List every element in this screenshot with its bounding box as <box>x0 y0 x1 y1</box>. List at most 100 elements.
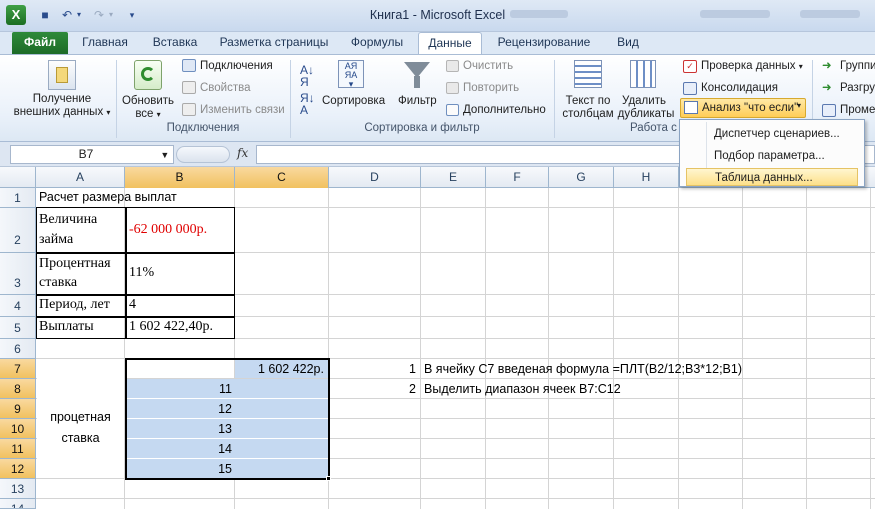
ungroup-button[interactable]: Разгру <box>840 81 875 95</box>
cell-d8[interactable]: 2 <box>330 382 416 396</box>
cell-b5[interactable]: 1 602 422,40р. <box>129 319 213 335</box>
name-box[interactable]: B7 ▼ <box>10 145 174 164</box>
cell-b12[interactable]: 15 <box>128 462 232 476</box>
sort-az-icon[interactable]: A↓ Я <box>300 64 314 88</box>
menu-item-scenario-manager[interactable]: Диспетчер сценариев... <box>686 125 858 143</box>
tab-formulas[interactable]: Формулы <box>344 32 410 54</box>
refresh-all-label-2[interactable]: все ▾ <box>124 107 172 122</box>
filter-button[interactable]: Фильтр <box>398 94 437 108</box>
consolidate-icon <box>683 82 697 95</box>
what-if-label: Анализ "что если" <box>702 102 799 114</box>
cell-a3-line1[interactable]: Процентная <box>39 256 111 272</box>
row-header-9[interactable]: 9 <box>0 399 36 419</box>
row-header-2[interactable]: 2 <box>0 208 36 253</box>
name-box-value: B7 <box>78 147 94 161</box>
cell-a5[interactable]: Выплаты <box>39 319 94 335</box>
data-validation-text: Проверка данных <box>701 60 796 72</box>
tab-file[interactable]: Файл <box>12 32 68 54</box>
refresh-all-icon <box>134 60 162 90</box>
group-label-connections: Подключения <box>166 122 240 134</box>
cell-e7[interactable]: В ячейку С7 введеная формула =ПЛТ(B2/12;… <box>424 362 742 376</box>
cell-b11[interactable]: 14 <box>128 442 232 456</box>
cell-b4[interactable]: 4 <box>129 297 136 313</box>
cell-a4[interactable]: Период, лет <box>39 297 110 313</box>
cell-a1[interactable]: Расчет размера выплат <box>39 190 177 204</box>
cell-b9[interactable]: 12 <box>128 402 232 416</box>
column-header-b[interactable]: B <box>125 167 235 188</box>
group-button[interactable]: Группи <box>840 59 875 73</box>
row-header-12[interactable]: 12 <box>0 459 36 479</box>
cell-b3[interactable]: 11% <box>129 265 154 281</box>
group-separator <box>554 60 555 138</box>
cell-b8[interactable]: 11 <box>128 382 232 396</box>
menu-item-goal-seek[interactable]: Подбор параметра... <box>686 147 858 165</box>
column-header-d[interactable]: D <box>329 167 421 188</box>
subtotal-button[interactable]: Проме <box>840 103 875 117</box>
what-if-icon <box>684 101 698 114</box>
text-to-columns-label-1[interactable]: Текст по <box>560 94 616 108</box>
gridline <box>678 188 679 509</box>
cell-d7[interactable]: 1 <box>330 362 416 376</box>
column-header-h[interactable]: H <box>614 167 679 188</box>
reapply-icon <box>446 82 459 94</box>
gridline <box>548 188 549 509</box>
column-header-e[interactable]: E <box>421 167 486 188</box>
row-header-13[interactable]: 13 <box>0 479 36 499</box>
advanced-filter-button[interactable]: Дополнительно <box>463 103 546 117</box>
row-header-6[interactable]: 6 <box>0 339 36 359</box>
select-all-corner[interactable] <box>0 167 36 188</box>
group-label-sort-filter: Сортировка и фильтр <box>364 122 480 134</box>
reapply-button[interactable]: Повторить <box>463 81 519 95</box>
row-header-14[interactable]: 14 <box>0 499 36 509</box>
edit-links-button[interactable]: Изменить связи <box>200 103 285 117</box>
row-header-11[interactable]: 11 <box>0 439 36 459</box>
tab-view[interactable]: Вид <box>608 32 648 54</box>
tab-data[interactable]: Данные <box>418 32 482 55</box>
row-header-1[interactable]: 1 <box>0 188 36 208</box>
menu-item-data-table[interactable]: Таблица данных... <box>686 168 858 186</box>
cell-b2[interactable]: -62 000 000р. <box>129 222 207 238</box>
cell-b10[interactable]: 13 <box>128 422 232 436</box>
cell-a3-line2[interactable]: ставка <box>39 275 77 291</box>
clear-filter-button[interactable]: Очистить <box>463 59 513 73</box>
column-header-c[interactable]: C <box>235 167 329 188</box>
get-external-data-label-2[interactable]: внешних данных ▾ <box>12 105 112 120</box>
cell-a8-line1[interactable]: процетная <box>37 410 124 424</box>
remove-duplicates-label-2[interactable]: дубликаты <box>616 107 676 121</box>
gridline <box>485 188 486 509</box>
data-validation-button[interactable]: Проверка данных ▾ <box>701 59 803 74</box>
insert-function-icon[interactable]: fx <box>237 146 253 162</box>
connections-button[interactable]: Подключения <box>200 59 273 73</box>
cell-a2-line2[interactable]: займа <box>39 232 73 248</box>
gridline <box>806 188 807 509</box>
tab-insert[interactable]: Вставка <box>144 32 206 54</box>
cell-e8[interactable]: Выделить диапазон ячеек B7:C12 <box>424 382 621 396</box>
tab-home[interactable]: Главная <box>76 32 134 54</box>
tab-review[interactable]: Рецензирование <box>492 32 596 54</box>
consolidate-button[interactable]: Консолидация <box>701 81 778 95</box>
cell-c7[interactable]: 1 602 422р. <box>238 362 324 376</box>
column-header-f[interactable]: F <box>486 167 549 188</box>
row-header-10[interactable]: 10 <box>0 419 36 439</box>
row-header-4[interactable]: 4 <box>0 295 36 317</box>
cell-a2-line1[interactable]: Величина <box>39 212 97 228</box>
row-header-5[interactable]: 5 <box>0 317 36 339</box>
what-if-analysis-button[interactable]: Анализ "что если" ▾ <box>680 98 806 118</box>
row-header-7[interactable]: 7 <box>0 359 36 379</box>
chevron-down-icon[interactable]: ▼ <box>160 150 169 160</box>
text-to-columns-label-2[interactable]: столбцам <box>560 107 616 121</box>
fill-handle[interactable] <box>326 476 331 481</box>
sort-za-icon[interactable]: Я↓ A <box>300 92 315 116</box>
row-header-3[interactable]: 3 <box>0 253 36 295</box>
properties-button[interactable]: Свойства <box>200 81 251 95</box>
row-header-8[interactable]: 8 <box>0 379 36 399</box>
tab-page-layout[interactable]: Разметка страницы <box>214 32 334 54</box>
remove-duplicates-label-1[interactable]: Удалить <box>616 94 672 108</box>
group-label-data-tools: Работа с <box>630 122 677 134</box>
get-external-data-label-1[interactable]: Получение <box>30 92 94 106</box>
column-header-a[interactable]: A <box>36 167 125 188</box>
sort-button[interactable]: Сортировка <box>322 94 385 108</box>
cell-a8-line2[interactable]: ставка <box>37 431 124 445</box>
refresh-all-label-1[interactable]: Обновить <box>118 94 178 108</box>
column-header-g[interactable]: G <box>549 167 614 188</box>
